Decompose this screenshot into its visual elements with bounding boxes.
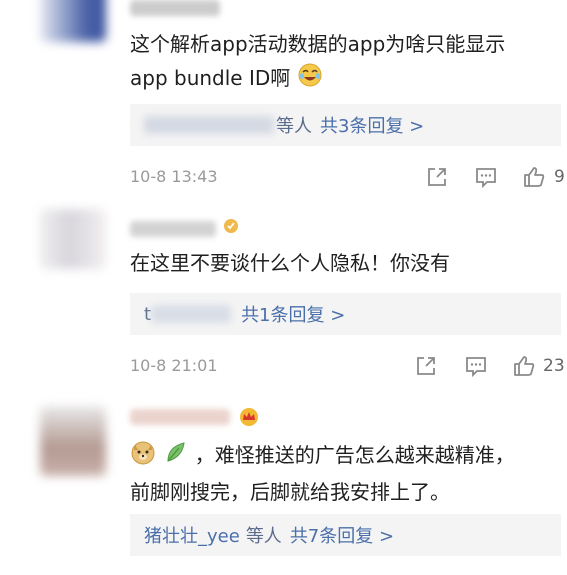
comment-text-line-2: 前脚刚搜完，后脚就给我安排上了。 (130, 479, 450, 504)
share-icon[interactable] (425, 165, 449, 189)
comment-meta: 10-8 21:01 23 (130, 354, 567, 378)
reply-summary[interactable]: 等人 共3条回复 > (130, 104, 561, 146)
comment-text-line-2-text: app bundle ID啊 (130, 66, 291, 90)
reply-users-suffix: 等人 (276, 116, 312, 137)
comment-date: 10-8 21:01 (130, 356, 218, 375)
comment-text-line-1: ，难怪推送的广告怎么越来越精准， (130, 438, 549, 475)
comment-1: 这个解析app活动数据的app为啥只能显示 app bundle ID啊 等人 … (0, 0, 567, 190)
like-icon[interactable] (512, 354, 536, 378)
comment-3: ，难怪推送的广告怎么越来越精准， 前脚刚搜完，后脚就给我安排上了。 猪壮壮_ye… (0, 400, 567, 575)
reply-users-suffix: 等人 (245, 526, 282, 547)
doge-emoji-icon (130, 439, 156, 475)
reply-summary[interactable]: 猪壮壮_yee 等人 共7条回复 > (130, 514, 561, 556)
comment-text-line-1-text: ，难怪推送的广告怎么越来越精准， (194, 443, 515, 467)
laughing-tears-emoji-icon (297, 62, 323, 98)
comment-text: 在这里不要谈什么个人隐私！你没有 (130, 246, 549, 280)
comment-date: 10-8 13:43 (130, 167, 218, 186)
like-count: 9 (554, 167, 565, 187)
username-blurred[interactable] (130, 409, 230, 425)
username-blurred[interactable] (130, 0, 220, 16)
like-icon[interactable] (522, 165, 546, 189)
reply-users-blurred (151, 305, 232, 323)
avatar[interactable] (40, 406, 106, 476)
username-blurred[interactable] (130, 221, 216, 237)
share-icon[interactable] (414, 354, 438, 378)
view-replies-link[interactable]: 共7条回复 > (290, 522, 394, 548)
comment-text-line-2: app bundle ID啊 (130, 61, 549, 98)
like-count: 23 (543, 356, 565, 376)
user-badge-icon (222, 217, 240, 239)
comment-text: 这个解析app活动数据的app为啥只能显示 app bundle ID啊 (130, 27, 549, 98)
comment-text: ，难怪推送的广告怎么越来越精准， 前脚刚搜完，后脚就给我安排上了。 (130, 438, 549, 509)
reply-users-prefix: 猪壮壮_yee (144, 526, 240, 547)
comment-2: 在这里不要谈什么个人隐私！你没有 t 共1条回复 > 10-8 21:01 23 (0, 195, 567, 385)
reply-users-prefix: t (144, 303, 152, 325)
leaf-emoji-icon (162, 439, 188, 475)
comment-text-line-1: 这个解析app活动数据的app为啥只能显示 (130, 32, 506, 56)
comment-icon[interactable] (464, 354, 488, 378)
reply-summary[interactable]: t 共1条回复 > (130, 293, 561, 335)
reply-users-blurred (144, 116, 274, 134)
crown-badge-icon (238, 407, 260, 431)
comment-icon[interactable] (474, 165, 498, 189)
comment-meta: 10-8 13:43 9 (130, 165, 567, 189)
avatar[interactable] (40, 0, 106, 42)
view-replies-link[interactable]: 共3条回复 > (320, 112, 424, 138)
avatar[interactable] (40, 209, 106, 269)
view-replies-link[interactable]: 共1条回复 > (241, 301, 345, 327)
comment-text-line-1: 在这里不要谈什么个人隐私！你没有 (130, 251, 450, 275)
